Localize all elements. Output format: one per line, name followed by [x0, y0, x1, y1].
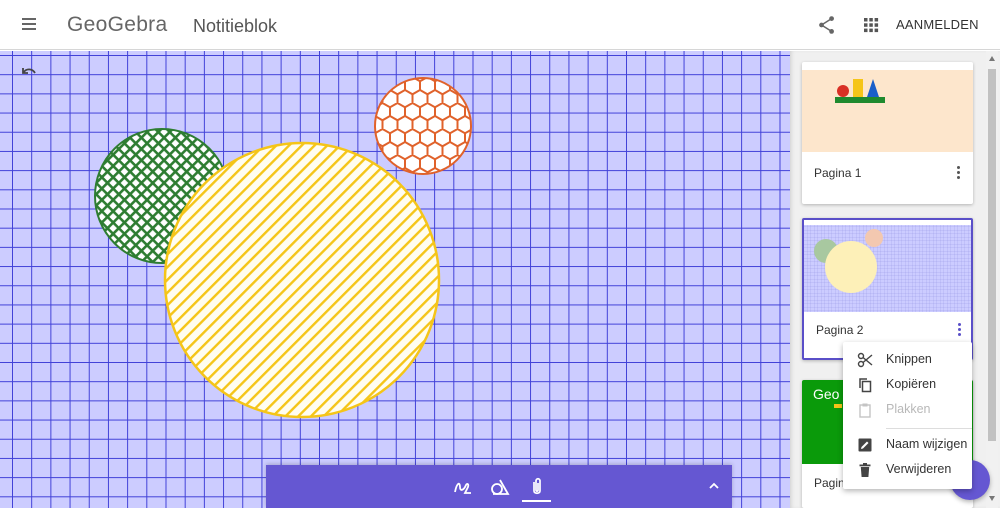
menu-item-delete[interactable]: Verwijderen [843, 458, 972, 482]
menu-item-label: Kopiëren [886, 377, 937, 391]
menu-item-label: Naam wijzigen [886, 437, 968, 451]
page-card-label: Pagin [814, 476, 845, 490]
thumbnail-accent [834, 404, 842, 408]
page-context-menu: Knippen Kopiëren Plakken Naam wijzigen V… [843, 342, 972, 489]
app-title: Notitieblok [193, 16, 278, 36]
menu-item-paste[interactable]: Plakken [843, 398, 972, 422]
scroll-down-arrow[interactable] [989, 496, 995, 501]
orange-hexagon-circle[interactable] [374, 77, 472, 175]
page-card-selected[interactable]: Pagina 2 [802, 218, 973, 360]
share-icon[interactable] [816, 14, 838, 36]
canvas-shapes [94, 77, 472, 419]
shapes-tool-icon[interactable] [489, 476, 511, 498]
menu-divider [886, 428, 972, 429]
more-vert-icon[interactable] [954, 164, 962, 182]
signin-button[interactable]: AANMELDEN [896, 17, 979, 32]
top-app-bar: GeoGebra Notitieblok AANMELDEN [0, 0, 1000, 50]
more-vert-icon[interactable] [955, 321, 963, 339]
page-card-label: Pagina 1 [814, 166, 862, 180]
trash-icon [859, 463, 871, 477]
copy-icon [859, 378, 872, 393]
page-thumbnail-text: Geo [813, 386, 840, 402]
page-card-label: Pagina 2 [816, 323, 864, 337]
menu-item-copy[interactable]: Kopiëren [843, 373, 972, 397]
menu-item-rename[interactable]: Naam wijzigen [843, 433, 972, 457]
page-thumbnail [804, 225, 971, 312]
menu-item-label: Verwijderen [886, 462, 952, 476]
scroll-thumb[interactable] [988, 69, 996, 441]
geogebra-logo: GeoGebra [67, 13, 168, 36]
paste-icon [859, 403, 871, 418]
attachment-tool-icon[interactable] [526, 476, 548, 498]
scroll-up-arrow[interactable] [989, 56, 995, 61]
page-thumbnail [802, 70, 973, 152]
hamburger-menu-icon[interactable] [18, 15, 40, 35]
drawing-canvas[interactable] [0, 51, 790, 508]
panel-scrollbar[interactable] [986, 51, 998, 508]
scissors-icon [857, 352, 873, 368]
yellow-hatched-circle[interactable] [163, 141, 441, 419]
pen-tool-icon[interactable] [452, 476, 474, 498]
selected-tool-indicator [522, 500, 551, 502]
chevron-up-icon[interactable] [706, 478, 722, 494]
menu-item-label: Knippen [886, 352, 932, 366]
apps-grid-icon[interactable] [862, 16, 880, 34]
rename-icon [858, 438, 872, 452]
page-card[interactable]: Pagina 1 [802, 62, 973, 204]
menu-item-label: Plakken [886, 402, 931, 416]
menu-item-cut[interactable]: Knippen [843, 348, 972, 372]
geogebra-notebook-app: GeoGebra Notitieblok AANMELDEN Pagina 1 … [0, 0, 1000, 508]
